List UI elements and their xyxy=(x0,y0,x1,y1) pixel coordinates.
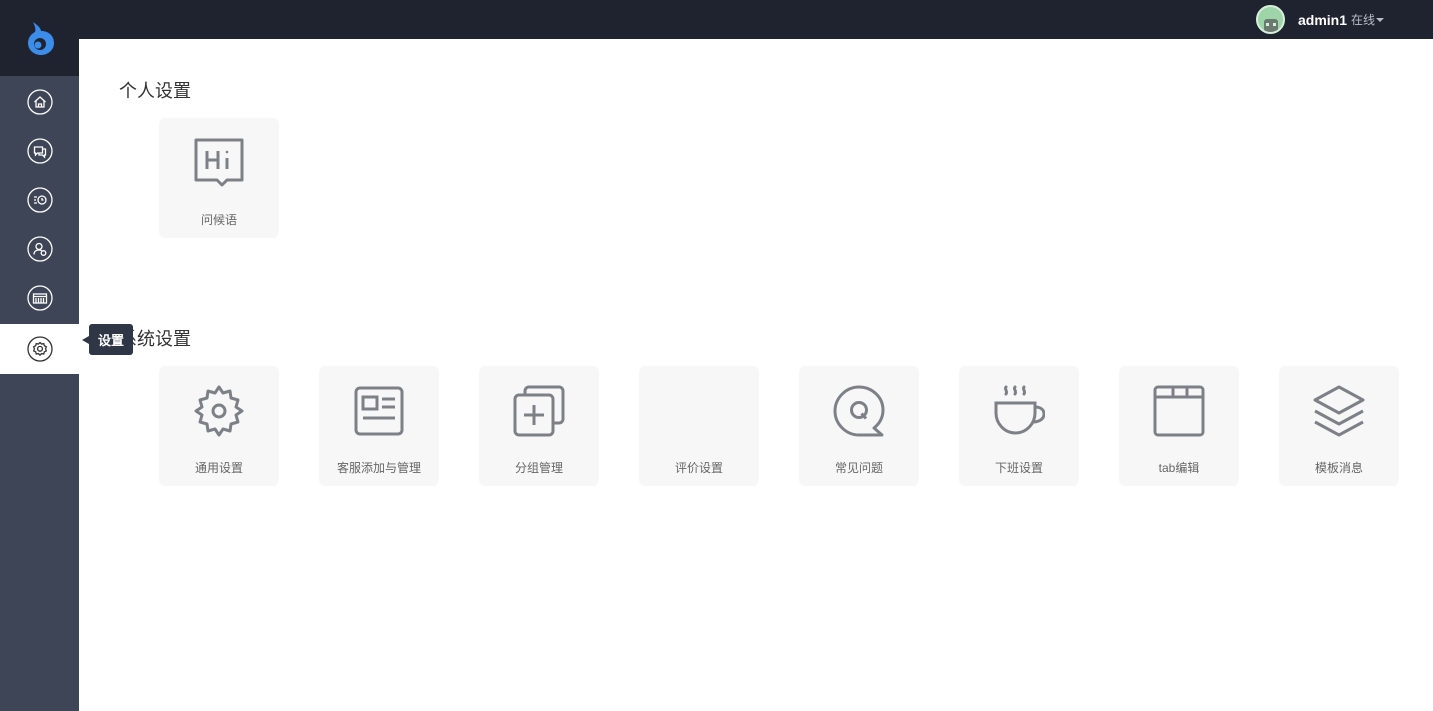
sidebar-item-customers[interactable] xyxy=(0,224,79,273)
user-icon xyxy=(26,235,53,262)
card-label: 常见问题 xyxy=(834,461,883,475)
card-template-message[interactable]: 模板消息 xyxy=(1279,366,1399,486)
card-label: 通用设置 xyxy=(194,461,243,475)
card-greeting[interactable]: 问候语 xyxy=(159,118,279,238)
folder-tab-icon xyxy=(1153,385,1205,437)
card-faq[interactable]: 常见问题 xyxy=(799,366,919,486)
card-rating-settings[interactable]: 评价设置 xyxy=(639,366,759,486)
card-label: 问候语 xyxy=(200,213,237,227)
card-label: 下班设置 xyxy=(994,461,1043,475)
username[interactable]: admin1 xyxy=(1298,12,1347,28)
section-title-personal: 个人设置 xyxy=(119,81,191,101)
avatar-icon[interactable] xyxy=(1256,5,1285,34)
user-menu[interactable]: admin1 在线 xyxy=(1256,5,1385,34)
keyboard-icon xyxy=(26,284,53,311)
caret-down-icon xyxy=(1376,17,1385,22)
coffee-cup-icon xyxy=(994,385,1045,435)
main-content: 个人设置 问候语 系统设置 通用设置 客服添加与管理 分组管理 评价设置 常见问… xyxy=(79,39,1433,711)
chat-icon xyxy=(26,137,53,164)
id-card-icon xyxy=(354,386,404,436)
sidebar xyxy=(0,76,79,711)
sidebar-item-history[interactable] xyxy=(0,175,79,224)
settings-tooltip: 设置 xyxy=(82,324,133,355)
history-icon xyxy=(26,186,53,213)
card-label: 评价设置 xyxy=(674,461,723,475)
card-tab-edit[interactable]: tab编辑 xyxy=(1119,366,1239,486)
online-status-text: 在线 xyxy=(1351,13,1376,27)
card-agent-management[interactable]: 客服添加与管理 xyxy=(319,366,439,486)
sidebar-item-chat[interactable] xyxy=(0,126,79,175)
card-general-settings[interactable]: 通用设置 xyxy=(159,366,279,486)
gear-icon xyxy=(26,336,53,362)
card-label: tab编辑 xyxy=(1158,461,1200,475)
sidebar-item-stats[interactable] xyxy=(0,273,79,322)
sidebar-item-settings[interactable] xyxy=(0,324,79,374)
card-label: 分组管理 xyxy=(514,461,563,475)
online-status[interactable]: 在线 xyxy=(1351,11,1385,28)
card-group-management[interactable]: 分组管理 xyxy=(479,366,599,486)
logo-icon[interactable] xyxy=(0,0,79,76)
layers-icon xyxy=(1313,385,1365,437)
home-icon xyxy=(26,88,53,115)
top-bar: admin1 在线 xyxy=(0,0,1433,39)
card-label: 客服添加与管理 xyxy=(336,461,421,475)
add-group-icon xyxy=(513,385,565,437)
faq-bubble-icon xyxy=(833,385,885,437)
sidebar-item-home[interactable] xyxy=(0,77,79,126)
hi-bubble-icon xyxy=(194,138,244,187)
gear-icon xyxy=(194,385,244,437)
card-off-duty-settings[interactable]: 下班设置 xyxy=(959,366,1079,486)
card-label: 模板消息 xyxy=(1314,461,1363,475)
